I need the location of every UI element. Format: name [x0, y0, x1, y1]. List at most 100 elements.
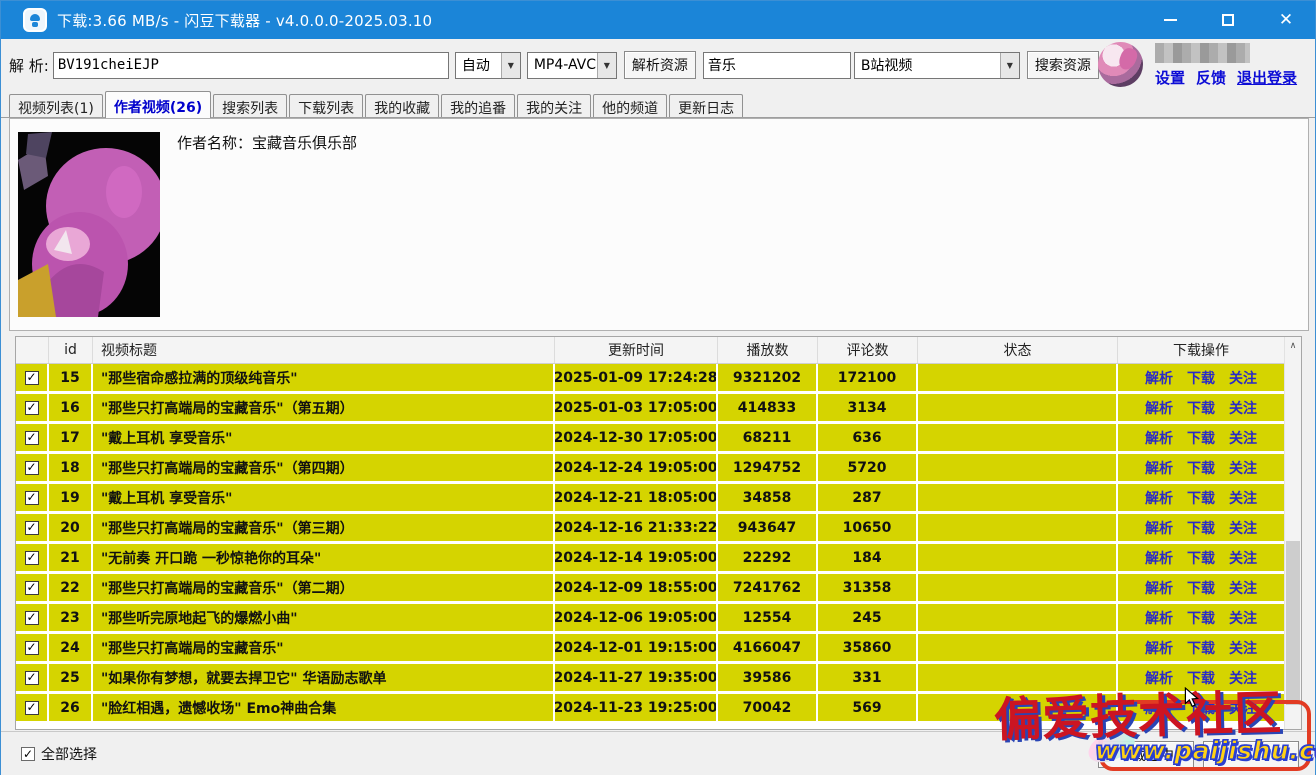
row-action-parse[interactable]: 解析	[1145, 608, 1173, 628]
select-all-checkbox[interactable]: ✓	[21, 747, 35, 761]
maximize-button[interactable]	[1199, 1, 1257, 39]
vertical-scrollbar[interactable]: ∧	[1284, 337, 1301, 729]
row-action-parse[interactable]: 解析	[1145, 488, 1173, 508]
row-check-cell: ✓	[16, 544, 49, 571]
tab-label: 我的收藏	[374, 101, 430, 117]
row-action-follow[interactable]: 关注	[1229, 398, 1257, 418]
row-checkbox[interactable]: ✓	[25, 581, 39, 595]
row-video-title: "那些只打高端局的宝藏音乐"（第三期）	[93, 514, 555, 541]
tab-2[interactable]: 搜索列表	[213, 94, 287, 117]
row-checkbox[interactable]: ✓	[25, 521, 39, 535]
row-action-download[interactable]: 下载	[1187, 638, 1215, 658]
scroll-up-icon[interactable]: ∧	[1285, 337, 1301, 354]
row-action-parse[interactable]: 解析	[1145, 518, 1173, 538]
row-status	[918, 364, 1118, 391]
row-checkbox[interactable]: ✓	[25, 401, 39, 415]
row-actions: 解析 下载 关注	[1118, 394, 1284, 421]
parse-url-input[interactable]	[53, 52, 449, 79]
row-checkbox[interactable]: ✓	[25, 431, 39, 445]
tab-6[interactable]: 我的关注	[517, 94, 591, 117]
row-action-parse[interactable]: 解析	[1145, 638, 1173, 658]
scrollbar-thumb[interactable]	[1286, 541, 1300, 706]
row-action-follow[interactable]: 关注	[1229, 428, 1257, 448]
row-id: 26	[49, 694, 93, 721]
tab-8[interactable]: 更新日志	[669, 94, 743, 117]
row-action-parse[interactable]: 解析	[1145, 398, 1173, 418]
row-update-time: 2024-12-06 19:05:00	[555, 604, 718, 631]
row-comment-count: 184	[818, 544, 918, 571]
row-checkbox[interactable]: ✓	[25, 461, 39, 475]
tab-0[interactable]: 视频列表(1)	[9, 94, 103, 117]
row-action-follow[interactable]: 关注	[1229, 698, 1257, 718]
row-action-download[interactable]: 下载	[1187, 428, 1215, 448]
row-status	[918, 604, 1118, 631]
row-checkbox[interactable]: ✓	[25, 701, 39, 715]
row-action-parse[interactable]: 解析	[1145, 458, 1173, 478]
settings-link[interactable]: 设置	[1155, 67, 1185, 88]
check-icon: ✓	[23, 748, 33, 760]
tab-4[interactable]: 我的收藏	[365, 94, 439, 117]
row-play-count: 4166047	[718, 634, 818, 661]
row-checkbox[interactable]: ✓	[25, 491, 39, 505]
tab-5[interactable]: 我的追番	[441, 94, 515, 117]
row-action-download[interactable]: 下载	[1187, 698, 1215, 718]
row-action-download[interactable]: 下载	[1187, 368, 1215, 388]
download-selected-button[interactable]: 下载选中	[1098, 741, 1194, 768]
row-action-parse[interactable]: 解析	[1145, 368, 1173, 388]
row-action-parse[interactable]: 解析	[1145, 698, 1173, 718]
row-actions: 解析 下载 关注	[1118, 634, 1284, 661]
row-video-title: "那些宿命感拉满的顶级纯音乐"	[93, 364, 555, 391]
row-checkbox[interactable]: ✓	[25, 671, 39, 685]
row-checkbox[interactable]: ✓	[25, 371, 39, 385]
row-action-follow[interactable]: 关注	[1229, 638, 1257, 658]
tab-3[interactable]: 下载列表	[289, 94, 363, 117]
row-comment-count: 331	[818, 664, 918, 691]
row-action-download[interactable]: 下载	[1187, 518, 1215, 538]
close-button[interactable]: ✕	[1257, 1, 1315, 39]
logout-link[interactable]: 退出登录	[1237, 67, 1297, 88]
row-video-title: "戴上耳机 享受音乐"	[93, 484, 555, 511]
row-action-follow[interactable]: 关注	[1229, 548, 1257, 568]
row-action-follow[interactable]: 关注	[1229, 578, 1257, 598]
row-play-count: 22292	[718, 544, 818, 571]
feedback-link[interactable]: 反馈	[1196, 67, 1226, 88]
row-action-follow[interactable]: 关注	[1229, 668, 1257, 688]
row-check-cell: ✓	[16, 364, 49, 391]
row-action-parse[interactable]: 解析	[1145, 428, 1173, 448]
row-action-follow[interactable]: 关注	[1229, 458, 1257, 478]
row-action-follow[interactable]: 关注	[1229, 488, 1257, 508]
row-status	[918, 544, 1118, 571]
row-checkbox[interactable]: ✓	[25, 551, 39, 565]
row-action-download[interactable]: 下载	[1187, 458, 1215, 478]
author-panel: 作者名称：宝藏音乐俱乐部	[9, 118, 1309, 331]
row-action-parse[interactable]: 解析	[1145, 668, 1173, 688]
row-checkbox[interactable]: ✓	[25, 611, 39, 625]
minimize-button[interactable]	[1141, 1, 1199, 39]
row-action-download[interactable]: 下载	[1187, 608, 1215, 628]
covered-button[interactable]	[1203, 741, 1299, 768]
row-action-parse[interactable]: 解析	[1145, 578, 1173, 598]
row-action-download[interactable]: 下载	[1187, 668, 1215, 688]
source-site-select[interactable]: B站视频 ▼	[854, 52, 1020, 79]
row-action-follow[interactable]: 关注	[1229, 518, 1257, 538]
row-action-download[interactable]: 下载	[1187, 488, 1215, 508]
row-action-download[interactable]: 下载	[1187, 548, 1215, 568]
row-id: 23	[49, 604, 93, 631]
row-action-follow[interactable]: 关注	[1229, 608, 1257, 628]
table-row: ✓ 16 "那些只打高端局的宝藏音乐"（第五期） 2025-01-03 17:0…	[16, 394, 1284, 421]
tab-1[interactable]: 作者视频(26)	[105, 91, 211, 118]
format-select[interactable]: MP4-AVC ▼	[527, 52, 617, 79]
parse-resource-button[interactable]: 解析资源	[624, 51, 696, 79]
tab-label: 我的追番	[450, 101, 506, 117]
user-avatar[interactable]	[1098, 42, 1143, 87]
row-action-follow[interactable]: 关注	[1229, 368, 1257, 388]
tab-7[interactable]: 他的频道	[593, 94, 667, 117]
row-action-parse[interactable]: 解析	[1145, 548, 1173, 568]
search-keyword-input[interactable]	[703, 52, 851, 79]
search-resource-button[interactable]: 搜索资源	[1027, 51, 1099, 79]
row-action-download[interactable]: 下载	[1187, 398, 1215, 418]
row-action-download[interactable]: 下载	[1187, 578, 1215, 598]
quality-select[interactable]: 自动 ▼	[455, 52, 521, 79]
row-check-cell: ✓	[16, 604, 49, 631]
row-checkbox[interactable]: ✓	[25, 641, 39, 655]
